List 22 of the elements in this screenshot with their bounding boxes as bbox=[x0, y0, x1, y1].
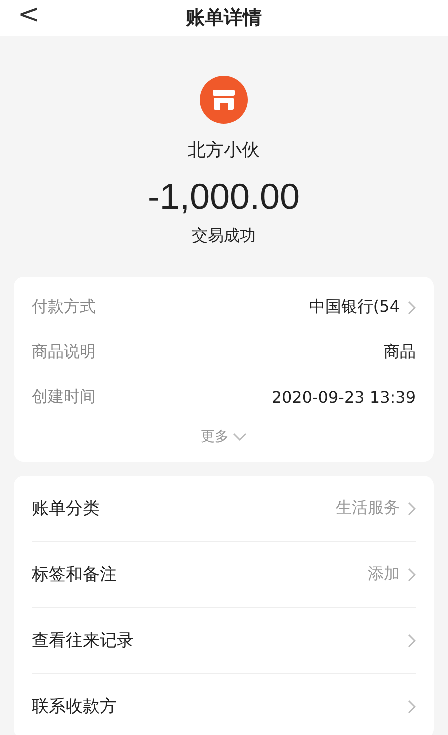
transaction-status: 交易成功 bbox=[192, 226, 256, 247]
detail-label: 创建时间 bbox=[32, 387, 96, 408]
detail-label: 付款方式 bbox=[32, 297, 96, 318]
merchant-name: 北方小伙 bbox=[188, 139, 260, 162]
action-row[interactable]: 查看往来记录 bbox=[32, 608, 416, 674]
chevron-right-icon bbox=[408, 300, 416, 314]
page-title: 账单详情 bbox=[186, 6, 262, 31]
detail-label: 商品说明 bbox=[32, 342, 96, 363]
detail-value: 商品 bbox=[384, 342, 416, 363]
back-button[interactable]: < bbox=[12, 0, 46, 30]
detail-value: 中国银行(54 bbox=[309, 297, 400, 318]
action-row[interactable]: 账单分类 生活服务 bbox=[32, 476, 416, 542]
amount: -1,000.00 bbox=[148, 176, 300, 218]
detail-value: 2020-09-23 13:39 bbox=[272, 388, 416, 407]
chevron-right-icon bbox=[408, 568, 416, 582]
action-row[interactable]: 联系收款方 bbox=[32, 674, 416, 735]
action-row[interactable]: 标签和备注 添加 bbox=[32, 542, 416, 608]
chevron-right-icon bbox=[408, 502, 416, 516]
chevron-right-icon bbox=[408, 700, 416, 714]
store-icon bbox=[200, 76, 248, 124]
chevron-right-icon bbox=[408, 634, 416, 648]
chevron-down-icon bbox=[233, 433, 247, 441]
